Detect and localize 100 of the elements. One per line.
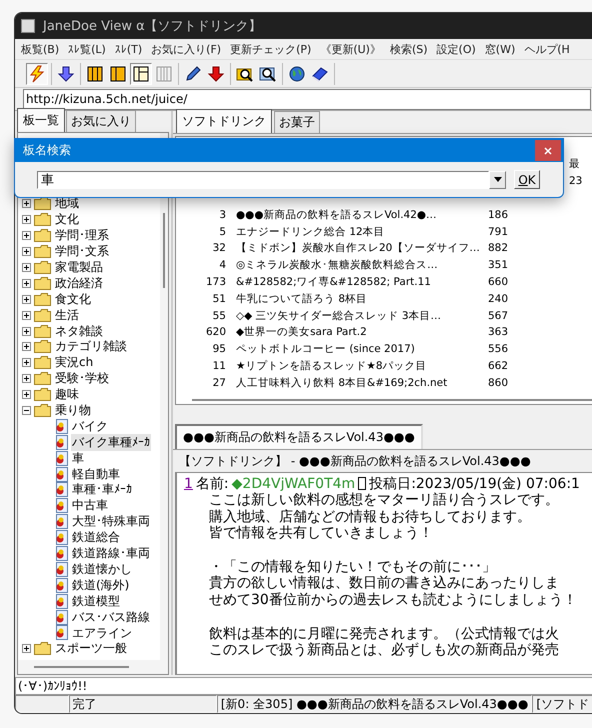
collapse-icon[interactable]	[22, 406, 31, 416]
expand-icon[interactable]	[22, 247, 31, 256]
expand-icon[interactable]	[22, 278, 31, 288]
window-title: JaneDoe View α【ソフトドリンク】	[43, 18, 262, 35]
tree-item[interactable]: バス･バス路線	[71, 608, 151, 626]
tab[interactable]: ●●●新商品の飲料を語るスレVol.43●●●	[175, 424, 423, 449]
thread-title[interactable]: 【ミドボン】炭酸水自作スレ20【ソーダサイフ…	[236, 241, 484, 256]
table-cell-text: 660	[487, 276, 510, 288]
tree-item[interactable]: 鉄道懐かし	[71, 560, 133, 578]
expand-icon[interactable]	[22, 215, 31, 224]
expand-icon[interactable]	[22, 390, 31, 400]
tree-item[interactable]: 鉄道路線･車両	[71, 545, 151, 562]
folder-icon	[34, 276, 51, 290]
tree-item[interactable]: 地域	[54, 195, 80, 212]
expand-icon[interactable]	[22, 374, 31, 384]
table-cell-text: 5	[218, 226, 227, 238]
address-field[interactable]: http://kizuna.5ch.net/juice/	[23, 88, 591, 110]
table-cell-text: 186	[487, 208, 510, 221]
status-message: (･∀･)ｶﾝﾘｮｳ!!	[15, 677, 592, 695]
ok-button[interactable]: OK	[514, 170, 540, 189]
expand-icon[interactable]	[22, 358, 31, 368]
menu-item[interactable]: 設定(O)	[432, 40, 481, 58]
tab[interactable]: ソフトドリンク	[176, 109, 272, 133]
tree-item[interactable]: 実況ch	[54, 354, 94, 372]
thread-title[interactable]: ◎ミネラル炭酸水･無糖炭酸飲料総合ス…	[236, 258, 484, 272]
tree-item[interactable]: 趣味	[54, 386, 80, 404]
board-name-field[interactable]: 車	[37, 170, 489, 188]
thread-title[interactable]: &#128582;ワイ専&#128582; Part.11	[236, 274, 484, 289]
expand-icon[interactable]	[22, 199, 31, 208]
menu-item[interactable]: ｽﾚ覧(L)	[64, 40, 111, 58]
tree-item[interactable]: 学問･理系	[54, 227, 110, 244]
thread-title[interactable]: 牛乳について語ろう 8杯目	[236, 292, 484, 306]
table-cell-text: 662	[487, 360, 510, 372]
tree-item[interactable]: バイク	[71, 418, 109, 435]
folder-icon	[34, 292, 51, 306]
table-cell: 23	[569, 175, 582, 188]
expand-icon[interactable]	[22, 231, 31, 240]
tree-item[interactable]: バイク車種ﾒｰｶ	[71, 434, 151, 451]
book-icon	[311, 64, 329, 82]
tree-item[interactable]: 文化	[54, 211, 80, 228]
table-cell-text: 791	[487, 226, 510, 238]
thread-title[interactable]: 人工甘味料入り飲料 8本目&#169;2ch.net	[236, 376, 484, 390]
column-header[interactable]: 最	[569, 157, 580, 172]
expand-icon[interactable]	[22, 263, 31, 272]
tree-item[interactable]: 学問･文系	[54, 243, 110, 260]
horizontal-scrollbar[interactable]	[18, 660, 168, 674]
tree-item[interactable]: 政治経済	[54, 274, 104, 292]
expand-icon[interactable]	[22, 310, 31, 320]
tree-item[interactable]: 大型･特殊車両	[71, 513, 151, 530]
table-cell-text: 95	[212, 343, 227, 356]
menu-item[interactable]: 窓(W)	[480, 40, 520, 58]
table-cell-text: 32	[212, 242, 227, 254]
tree-item[interactable]: 鉄道(海外)	[71, 576, 130, 594]
thread-title[interactable]: エナジードリンク総合 12本目	[236, 224, 484, 239]
tree-item[interactable]: カテゴリ雑談	[54, 338, 128, 356]
table-cell-text: 860	[487, 376, 510, 389]
dropdown-button[interactable]	[489, 170, 506, 188]
tree-item[interactable]: 鉄道模型	[71, 592, 121, 610]
tree-item[interactable]: 家電製品	[54, 259, 104, 276]
horizontal-scrollbar[interactable]	[192, 399, 592, 401]
thread-title[interactable]: ペットボトルコーヒー (since 2017)	[236, 342, 484, 356]
menu-item[interactable]: ヘルプ(H	[520, 40, 575, 58]
expand-icon[interactable]	[22, 644, 31, 654]
table-cell-text: 363	[487, 326, 510, 338]
thread-title[interactable]: ◇◆ 三ツ矢サイダー総合スレッド 3本目…	[236, 308, 484, 323]
tab[interactable]: お菓子	[274, 111, 320, 133]
expand-icon[interactable]	[22, 326, 31, 336]
close-button[interactable]	[535, 140, 561, 161]
menu-item[interactable]: 《更新(U)》	[316, 40, 386, 58]
board-icon	[54, 514, 68, 530]
tree-item[interactable]: 中古車	[71, 497, 109, 514]
post-number-link[interactable]: 1	[184, 476, 193, 492]
tree-item[interactable]: 車種･車ﾒｰｶ	[71, 481, 133, 498]
tree-item[interactable]: 車	[71, 450, 85, 467]
menu-item[interactable]: 更新チェック(P)	[226, 40, 316, 58]
tree-item[interactable]: 乗り物	[54, 402, 92, 420]
thread-title[interactable]: ★リプトンを語るスレッド★8パック目	[236, 358, 484, 373]
menu-item[interactable]: お気に入り(F)	[147, 40, 226, 58]
menu-item[interactable]: 板覧(B)	[17, 40, 64, 58]
menu-item[interactable]: ｽﾚ(T)	[110, 42, 148, 56]
tree-item[interactable]: 軽自動車	[71, 466, 121, 483]
tree-item[interactable]: 鉄道総合	[71, 529, 121, 546]
tab[interactable]: お気に入り	[66, 110, 136, 132]
toolbar-button[interactable]	[130, 62, 152, 84]
menu-item[interactable]: 検索(S)	[386, 40, 433, 58]
two-columns-icon	[109, 64, 127, 82]
expand-icon[interactable]	[22, 294, 31, 304]
expand-icon[interactable]	[22, 342, 31, 352]
folder-icon	[34, 261, 51, 274]
tree-item[interactable]: 生活	[54, 306, 80, 324]
tree-item[interactable]: 食文化	[54, 290, 92, 308]
tree-item[interactable]: 受験･学校	[54, 370, 110, 388]
thread-title[interactable]: ●●●新商品の飲料を語るスレVol.42●…	[236, 208, 484, 222]
tree-item[interactable]: ネタ雑談	[54, 322, 104, 340]
tree-item[interactable]: スポーツ一般	[54, 640, 128, 658]
down-arrow-icon	[207, 64, 225, 82]
folder-icon	[34, 372, 51, 386]
tree-item[interactable]: エアライン	[71, 624, 133, 642]
thread-title[interactable]: ◆世界一の美女sara Part.2	[236, 325, 484, 340]
tab[interactable]: 板一覧	[17, 108, 65, 132]
